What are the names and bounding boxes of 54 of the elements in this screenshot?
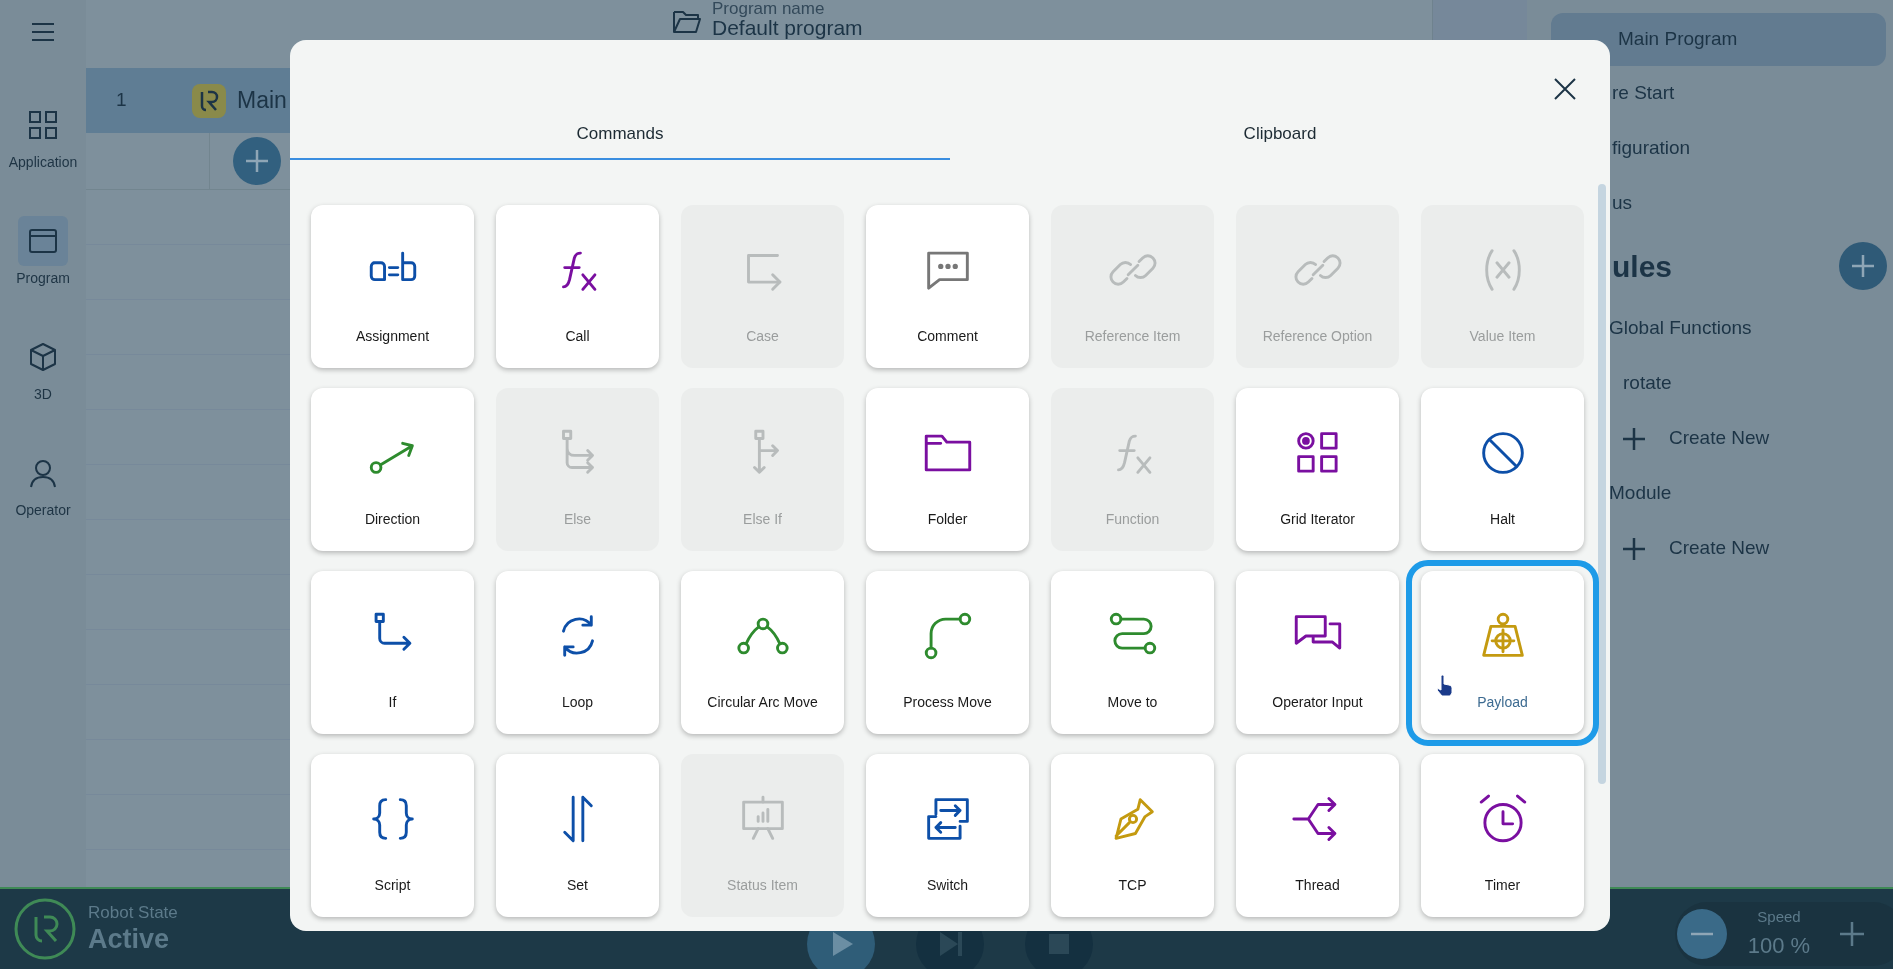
scrollbar[interactable]: [1598, 184, 1606, 784]
menu-icon[interactable]: [31, 22, 55, 42]
row-number: 1: [115, 88, 128, 113]
add-icon[interactable]: [1839, 242, 1887, 290]
command-tile[interactable]: Call: [496, 205, 659, 368]
cube-icon[interactable]: [27, 341, 59, 373]
nav-label[interactable]: Operator: [15, 500, 71, 521]
tab[interactable]: Clipboard: [950, 110, 1610, 160]
plus-icon[interactable]: [1837, 919, 1867, 949]
command-tile[interactable]: If: [311, 571, 474, 734]
robot-logo-icon: [13, 897, 77, 961]
logo-icon: [192, 83, 226, 118]
person-icon[interactable]: [27, 457, 59, 489]
status-label: Robot State: [88, 903, 178, 923]
close-icon[interactable]: [1553, 77, 1577, 101]
command-tile[interactable]: Timer: [1421, 754, 1584, 917]
add-icon[interactable]: [233, 137, 281, 185]
section-title: ules: [1612, 248, 1673, 285]
command-tile[interactable]: Set: [496, 754, 659, 917]
nav-label[interactable]: Application: [8, 152, 78, 173]
command-tile[interactable]: Process Move: [866, 571, 1029, 734]
create-new-link[interactable]: Create New: [1669, 534, 1770, 563]
folder-icon: [672, 8, 702, 34]
command-tile[interactable]: Folder: [866, 388, 1029, 551]
nav-label[interactable]: 3D: [34, 384, 52, 405]
command-tile[interactable]: Payload: [1421, 571, 1584, 734]
command-tile[interactable]: Loop: [496, 571, 659, 734]
program-name-value: Default program: [712, 17, 863, 38]
command-tile[interactable]: Script: [311, 754, 474, 917]
speed-label: Speed: [1757, 907, 1801, 928]
minus-icon[interactable]: [1677, 909, 1727, 959]
command-tile[interactable]: Halt: [1421, 388, 1584, 551]
command-tile[interactable]: Move to: [1051, 571, 1214, 734]
command-tile[interactable]: Thread: [1236, 754, 1399, 917]
tree-item[interactable]: rotate: [1623, 369, 1672, 398]
nav-label[interactable]: Program: [16, 268, 70, 289]
status-value: Active: [88, 923, 171, 955]
create-new-link[interactable]: Create New: [1669, 424, 1770, 453]
nav-highlight[interactable]: [18, 216, 68, 266]
command-tile[interactable]: Operator Input: [1236, 571, 1399, 734]
command-tile[interactable]: Circular Arc Move: [681, 571, 844, 734]
command-tile[interactable]: Grid Iterator: [1236, 388, 1399, 551]
plus-icon: [1623, 427, 1645, 450]
cursor-icon: [1435, 675, 1453, 697]
speed-value: 100 %: [1747, 931, 1811, 960]
grid-icon[interactable]: [27, 109, 59, 141]
plus-icon: [1623, 537, 1645, 560]
command-tile[interactable]: TCP: [1051, 754, 1214, 917]
command-tile[interactable]: Switch: [866, 754, 1029, 917]
command-tile[interactable]: Comment: [866, 205, 1029, 368]
program-name-label: Program name: [712, 0, 826, 17]
command-tile[interactable]: Direction: [311, 388, 474, 551]
command-tile[interactable]: Assignment: [311, 205, 474, 368]
tab[interactable]: Commands: [290, 110, 950, 160]
